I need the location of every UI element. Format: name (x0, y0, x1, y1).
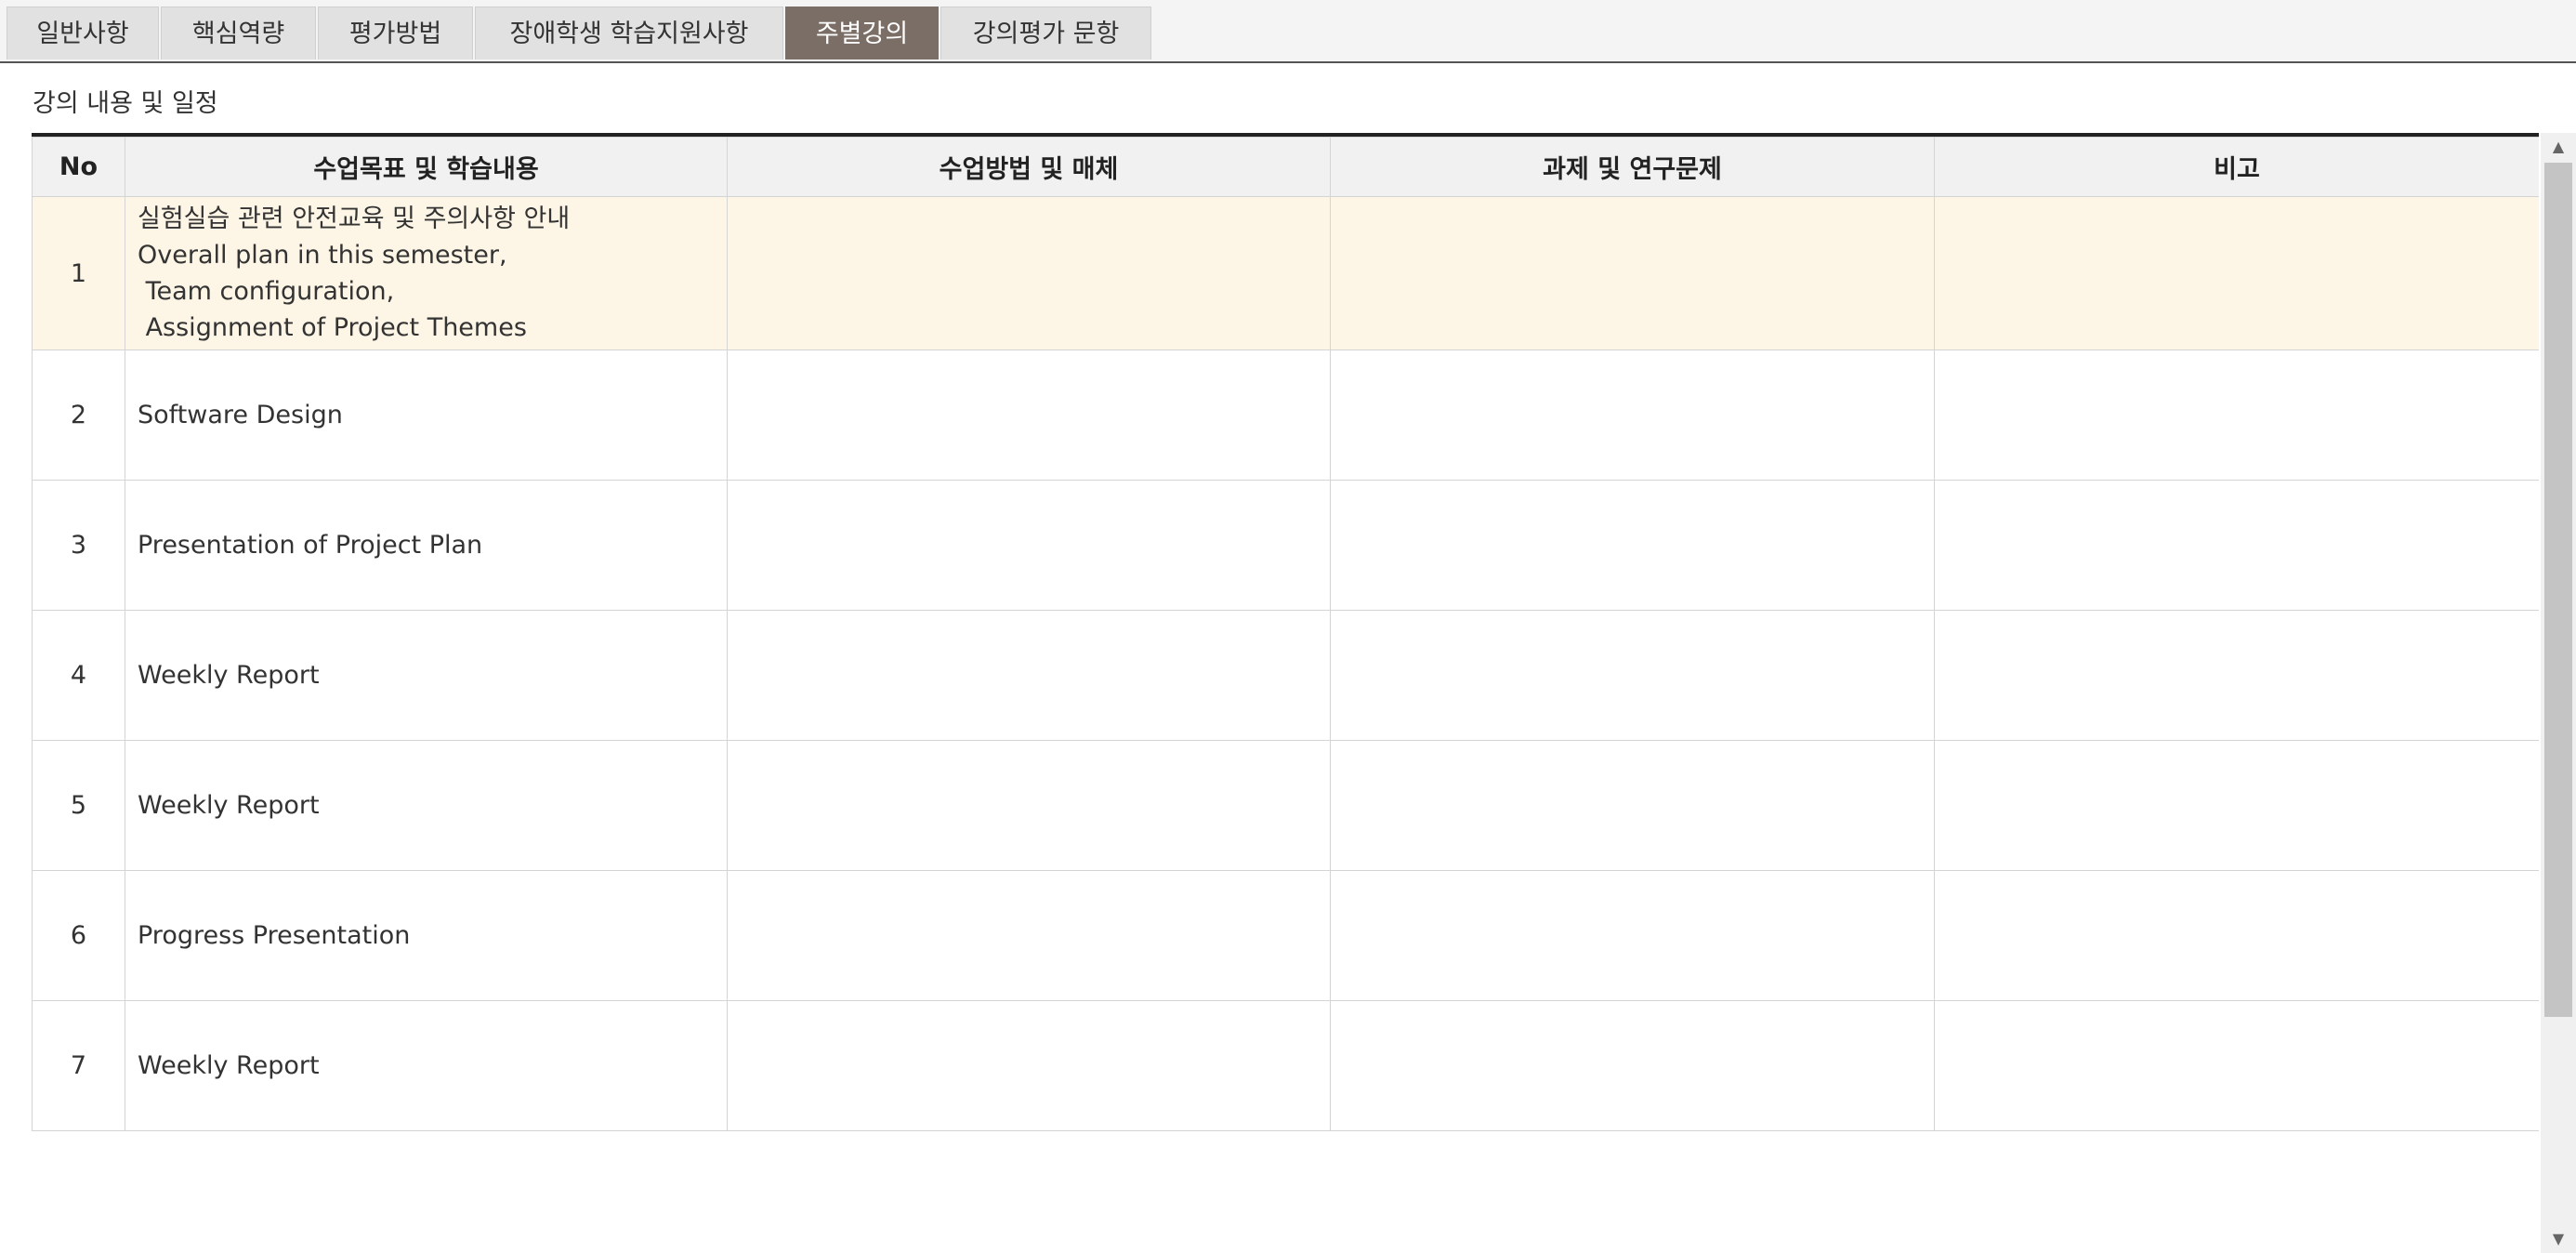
scroll-down-icon[interactable]: ▼ (2541, 1225, 2576, 1253)
row-method (727, 480, 1331, 611)
tab-bar: 일반사항 핵심역량 평가방법 장애학생 학습지원사항 주별강의 강의평가 문항 (0, 0, 2576, 63)
table-header-row: No 수업목표 및 학습내용 수업방법 및 매체 과제 및 연구문제 비고 (32, 137, 2539, 197)
tab-course-evaluation[interactable]: 강의평가 문항 (940, 7, 1151, 59)
row-assignment (1330, 350, 1935, 481)
row-no: 6 (32, 870, 125, 1001)
tab-core-competency[interactable]: 핵심역량 (161, 7, 316, 59)
row-assignment (1330, 480, 1935, 611)
table-row[interactable]: 1 실험실습 관련 안전교육 및 주의사항 안내 Overall plan in… (32, 196, 2539, 350)
row-no: 1 (32, 196, 125, 350)
row-content: Presentation of Project Plan (125, 480, 728, 611)
row-content: Weekly Report (125, 610, 728, 741)
row-method (727, 740, 1331, 871)
row-no: 4 (32, 610, 125, 741)
row-no: 3 (32, 480, 125, 611)
row-note (1934, 196, 2539, 350)
table-row[interactable]: 5 Weekly Report (32, 740, 2539, 871)
row-assignment (1330, 870, 1935, 1001)
row-assignment (1330, 610, 1935, 741)
schedule-table-container: No 수업목표 및 학습내용 수업방법 및 매체 과제 및 연구문제 비고 1 … (32, 133, 2539, 1136)
section-title: 강의 내용 및 일정 (33, 89, 218, 118)
row-content: Weekly Report (125, 1000, 728, 1131)
table-row[interactable]: 6 Progress Presentation (32, 870, 2539, 1001)
row-no: 2 (32, 350, 125, 481)
row-assignment (1330, 740, 1935, 871)
row-note (1934, 740, 2539, 871)
scrollbar-thumb[interactable] (2544, 163, 2572, 1017)
header-note: 비고 (1934, 137, 2539, 197)
table-row[interactable]: 7 Weekly Report (32, 1000, 2539, 1131)
header-content: 수업목표 및 학습내용 (125, 137, 728, 197)
row-no: 7 (32, 1000, 125, 1131)
row-assignment (1330, 196, 1935, 350)
row-content: Progress Presentation (125, 870, 728, 1001)
header-assignment: 과제 및 연구문제 (1330, 137, 1935, 197)
table-row[interactable]: 3 Presentation of Project Plan (32, 480, 2539, 611)
row-no: 5 (32, 740, 125, 871)
row-content: Software Design (125, 350, 728, 481)
row-method (727, 610, 1331, 741)
row-note (1934, 350, 2539, 481)
row-content: 실험실습 관련 안전교육 및 주의사항 안내 Overall plan in t… (125, 196, 728, 350)
header-method: 수업방법 및 매체 (727, 137, 1331, 197)
table-row[interactable]: 2 Software Design (32, 350, 2539, 481)
tab-evaluation-method[interactable]: 평가방법 (318, 7, 473, 59)
header-no: No (32, 137, 125, 197)
row-note (1934, 1000, 2539, 1131)
row-method (727, 350, 1331, 481)
tab-disability-support[interactable]: 장애학생 학습지원사항 (475, 7, 783, 59)
row-method (727, 870, 1331, 1001)
row-note (1934, 870, 2539, 1001)
tab-general[interactable]: 일반사항 (7, 7, 159, 59)
row-method (727, 196, 1331, 350)
scroll-up-icon[interactable]: ▲ (2541, 133, 2576, 161)
table-row[interactable]: 4 Weekly Report (32, 610, 2539, 741)
row-method (727, 1000, 1331, 1131)
row-note (1934, 480, 2539, 611)
schedule-table: No 수업목표 및 학습내용 수업방법 및 매체 과제 및 연구문제 비고 1 … (32, 137, 2539, 1131)
row-note (1934, 610, 2539, 741)
row-assignment (1330, 1000, 1935, 1131)
row-content: Weekly Report (125, 740, 728, 871)
tab-weekly-lecture[interactable]: 주별강의 (785, 7, 939, 59)
vertical-scrollbar[interactable]: ▲ ▼ (2541, 133, 2576, 1253)
